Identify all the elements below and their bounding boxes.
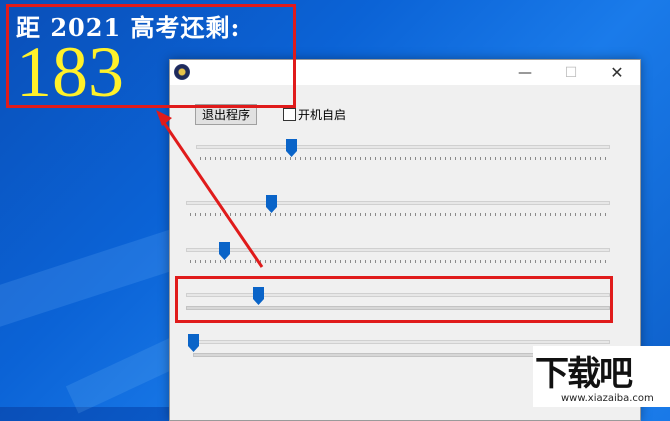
watermark: 下载吧 www.xiazaiba.com [533, 346, 670, 407]
watermark-url: www.xiazaiba.com [561, 393, 654, 404]
watermark-logo: 下载吧 [535, 354, 633, 394]
